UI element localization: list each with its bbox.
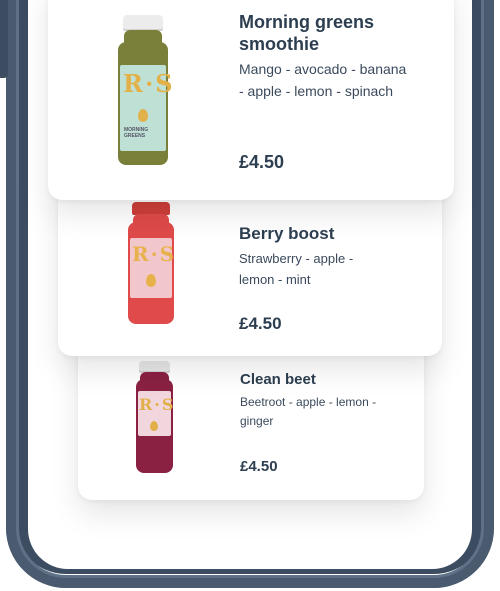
product-image-bottle: R·S MORNING GREENS bbox=[118, 15, 173, 165]
product-image-bottle: R·S bbox=[128, 202, 174, 324]
product-price: £4.50 bbox=[239, 314, 282, 333]
product-image-bottle: R·S bbox=[136, 361, 173, 473]
product-card-morning-greens[interactable]: R·S MORNING GREENS Morning greens smoothi… bbox=[48, 0, 454, 200]
product-name[interactable]: Berry boost bbox=[239, 224, 419, 244]
product-card-berry-boost[interactable]: R·S Berry boost Strawberry - apple - lem… bbox=[58, 180, 442, 356]
product-description: Mango - avocado - banana - apple - lemon… bbox=[239, 61, 407, 100]
product-description: Strawberry - apple - lemon - mint bbox=[239, 251, 354, 287]
phone-side-button bbox=[0, 0, 8, 78]
product-name[interactable]: Clean beet bbox=[240, 371, 400, 389]
product-description: Beetroot - apple - lemon - ginger bbox=[240, 395, 377, 429]
product-name[interactable]: Morning greens smoothie bbox=[239, 12, 399, 55]
product-price: £4.50 bbox=[239, 152, 285, 172]
product-price: £4.50 bbox=[240, 458, 278, 475]
